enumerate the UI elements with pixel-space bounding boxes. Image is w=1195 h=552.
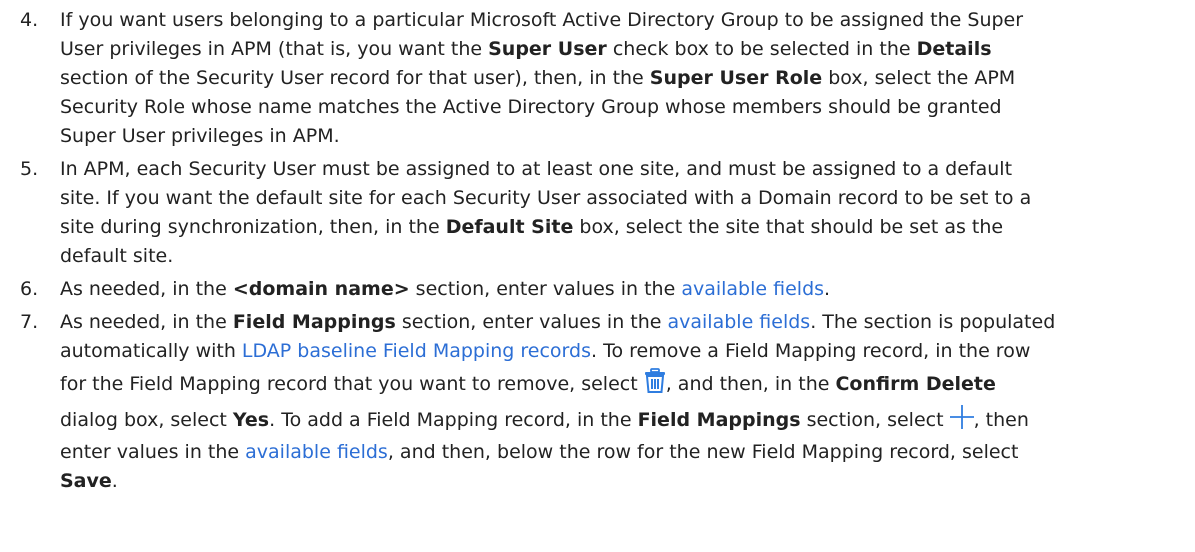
text-run: site. If you want the default site for e… (60, 187, 1032, 209)
text-run: User privileges in APM (that is, you wan… (60, 38, 489, 60)
text-line: User privileges in APM (that is, you wan… (60, 35, 1185, 64)
ui-term: Confirm Delete (835, 373, 996, 395)
ui-term: Details (916, 38, 992, 60)
text-line: site. If you want the default site for e… (60, 184, 1185, 213)
ui-term: Super User Role (649, 67, 823, 89)
text-run: . (111, 470, 118, 492)
text-line: section of the Security User record for … (60, 64, 1185, 93)
ui-term: Field Mappings (637, 409, 801, 431)
text-run: . The section is populated (810, 311, 1056, 333)
text-run: box, select the site that should be set … (573, 216, 1004, 238)
text-run: site during synchronization, then, in th… (60, 216, 446, 238)
trash-icon (644, 368, 665, 393)
text-run: As needed, in the (60, 278, 233, 300)
text-line: As needed, in the Field Mappings section… (60, 308, 1185, 337)
ui-term: Yes (232, 409, 270, 431)
ui-term: <domain name> (232, 278, 410, 300)
doc-link[interactable]: available fields (668, 311, 811, 333)
text-run: section, select (800, 409, 950, 431)
text-run: section, enter values in the (395, 311, 668, 333)
text-line: automatically with LDAP baseline Field M… (60, 337, 1185, 366)
doc-link[interactable]: LDAP baseline Field Mapping records (242, 340, 591, 362)
text-run: If you want users belonging to a particu… (60, 9, 1024, 31)
ui-term: Default Site (445, 216, 574, 238)
text-line: site during synchronization, then, in th… (60, 213, 1185, 242)
text-run: . To remove a Field Mapping record, in t… (590, 340, 1031, 362)
ui-term: Super User (488, 38, 607, 60)
step-item: 4. If you want users belonging to a parti… (20, 6, 1185, 151)
document-body: 4. If you want users belonging to a parti… (0, 0, 1195, 496)
procedure-steps: 4. If you want users belonging to a parti… (20, 6, 1185, 496)
text-line: In APM, each Security User must be assig… (60, 155, 1185, 184)
text-run: Security Role whose name matches the Act… (60, 96, 1002, 118)
text-line: Save. (60, 467, 1185, 496)
step-number: 6. (20, 278, 39, 300)
text-run: for the Field Mapping record that you wa… (60, 373, 644, 395)
text-run: section of the Security User record for … (60, 67, 650, 89)
plus-icon (949, 405, 974, 429)
text-line: enter values in the available fields, an… (60, 438, 1185, 467)
doc-link[interactable]: available fields (245, 441, 388, 463)
text-run: , and then, below the row for the new Fi… (387, 441, 1019, 463)
ui-term: Save (60, 470, 112, 492)
text-line: default site. (60, 242, 1185, 271)
text-run: dialog box, select (60, 409, 233, 431)
text-line: Security Role whose name matches the Act… (60, 93, 1185, 122)
step-number: 7. (20, 311, 39, 333)
text-run: automatically with (60, 340, 242, 362)
text-run: As needed, in the (60, 311, 233, 333)
step-item: 6. As needed, in the <domain name> sectio… (20, 275, 1185, 304)
text-line: As needed, in the <domain name> section,… (60, 275, 1185, 304)
ui-term: Field Mappings (232, 311, 396, 333)
text-run: enter values in the (60, 441, 246, 463)
text-run: check box to be selected in the (606, 38, 917, 60)
step-item: 5. In APM, each Security User must be ass… (20, 155, 1185, 271)
text-run: . To add a Field Mapping record, in the (269, 409, 638, 431)
text-run: Super User privileges in APM. (60, 125, 340, 147)
step-item: 7. As needed, in the Field Mappings secti… (20, 308, 1185, 496)
text-line: dialog box, select Yes. To add a Field M… (60, 402, 1185, 438)
step-number: 5. (20, 158, 39, 180)
text-run: , and then, in the (665, 373, 836, 395)
text-run: . (824, 278, 831, 300)
text-run: box, select the APM (822, 67, 1016, 89)
text-line: for the Field Mapping record that you wa… (60, 366, 1185, 402)
text-run: , then (973, 409, 1029, 431)
doc-link[interactable]: available fields (681, 278, 824, 300)
text-run: default site. (60, 245, 174, 267)
text-run: section, enter values in the (409, 278, 682, 300)
text-line: Super User privileges in APM. (60, 122, 1185, 151)
step-number: 4. (20, 9, 39, 31)
text-line: If you want users belonging to a particu… (60, 6, 1185, 35)
text-run: In APM, each Security User must be assig… (60, 158, 1013, 180)
